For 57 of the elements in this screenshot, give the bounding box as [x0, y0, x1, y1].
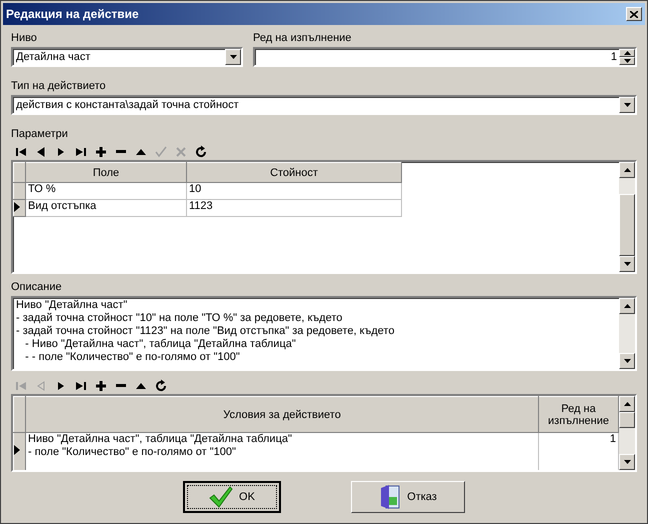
close-button[interactable] [626, 7, 642, 21]
down-arrow-icon [624, 103, 630, 107]
column-header[interactable]: Условия за действието [26, 396, 538, 432]
section-label: Описание [11, 280, 63, 294]
row-pointer-icon [14, 445, 20, 455]
action-type-dropdown[interactable]: действия с константа\задай точна стойност [11, 95, 637, 115]
table-cell: 1123 [186, 200, 402, 216]
scrollbar[interactable] [619, 298, 635, 369]
table-cell: Вид отстъпка [26, 200, 186, 216]
down-arrow-icon [624, 262, 630, 266]
scrollbar[interactable] [619, 162, 635, 272]
section-label: Параметри [11, 127, 69, 141]
minus-icon [116, 150, 126, 153]
down-arrow-icon [230, 55, 236, 59]
column-header[interactable]: Поле [26, 162, 186, 182]
description-field[interactable] [11, 296, 637, 371]
cancel-icon [174, 144, 188, 158]
scrollbar[interactable] [619, 396, 635, 470]
refresh-icon [154, 378, 168, 392]
cancel-button[interactable]: Отказ [351, 481, 465, 513]
description-text: Ниво "Детайлна част" - задай точна стойност "10" на поле "ТО %" за редовете, където - задай точна стойност "1123" на поле "Вид отстъпка" за редовете, където - Ниво "Детайлна част", таблица "Детайлна таблица" - - поле "Количество" е по-голямо от "100" [15, 298, 396, 365]
field-label: Ред на изпълнение [253, 31, 352, 45]
up-arrow-icon [624, 304, 630, 308]
scrollbar-thumb[interactable] [619, 194, 635, 256]
door-icon [379, 484, 402, 510]
down-arrow-icon [624, 59, 630, 63]
up-arrow-icon [624, 402, 630, 406]
row-indicator[interactable] [14, 200, 26, 216]
toolbar-button[interactable] [193, 144, 209, 160]
row-pointer-icon [14, 202, 20, 212]
row-indicator[interactable] [14, 432, 26, 470]
table-cell: 10 [186, 182, 402, 200]
field-label: Тип на действието [11, 79, 107, 93]
scrollbar-thumb[interactable] [619, 412, 635, 428]
toolbar-button[interactable] [153, 378, 169, 394]
down-arrow-icon [624, 359, 630, 363]
close-icon [630, 10, 638, 18]
check-icon [209, 486, 234, 508]
header-cell [14, 162, 26, 182]
plus-icon [94, 378, 108, 392]
ok-button[interactable]: OK [183, 481, 281, 513]
down-arrow-icon [624, 460, 630, 464]
table-cell: ТО % [26, 182, 186, 200]
plus-icon [94, 144, 108, 158]
order-spin-field[interactable]: 1 [253, 47, 637, 67]
window-title: Редакция на действие [6, 7, 139, 21]
column-header[interactable]: Ред на изпълнение [538, 396, 618, 432]
header-cell [14, 396, 26, 432]
level-dropdown[interactable]: Детайлна част [11, 47, 243, 67]
column-header[interactable]: Стойност [186, 162, 402, 182]
up-arrow-icon [624, 51, 630, 55]
refresh-icon [194, 144, 208, 158]
minus-icon [116, 384, 126, 387]
check-icon [154, 144, 168, 158]
table-cell: Ниво "Детайлна част", таблица "Детайлна таблица" - поле "Количество" е по-голямо от "100" [26, 432, 538, 470]
up-arrow-icon [624, 168, 630, 172]
field-label: Ниво [11, 31, 38, 45]
